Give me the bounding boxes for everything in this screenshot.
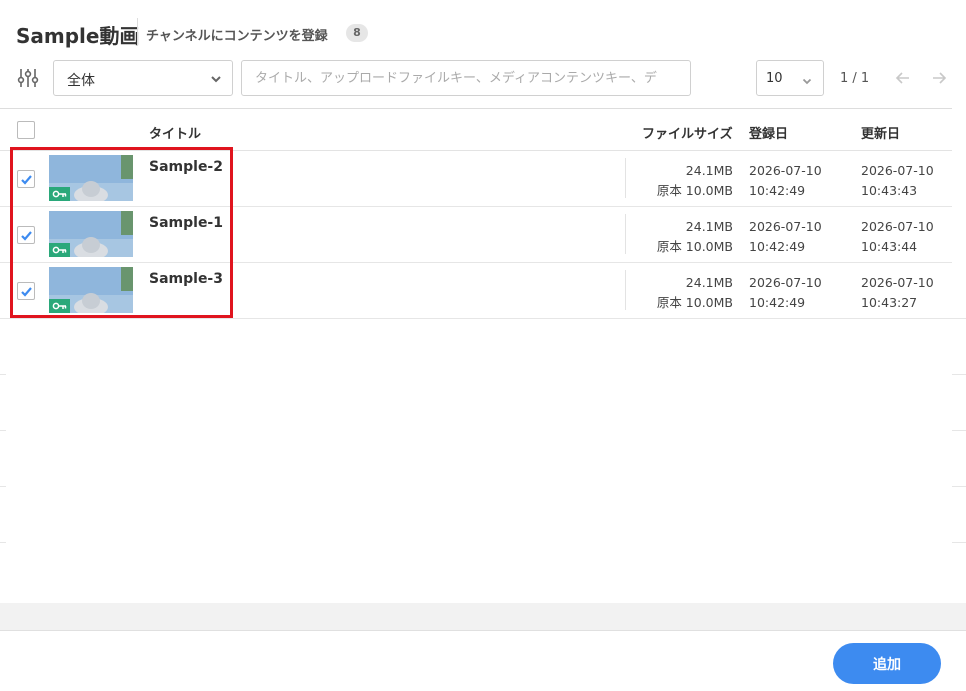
add-button[interactable]: 追加 [833,643,941,684]
column-updated: 更新日 [861,127,901,142]
per-page-value: 10 [766,71,783,86]
category-select-value: 全体 [67,73,95,89]
file-size: 24.1MB [685,219,733,234]
row-title[interactable]: Sample-2 [149,159,223,175]
per-page-select[interactable]: 10 [756,60,824,96]
file-size: 24.1MB [685,275,733,290]
toolbar: 全体 10 1 / 1 [0,60,966,100]
row-divider [625,158,626,198]
updated-time: 10:43:43 [861,183,918,198]
filter-sliders-icon[interactable] [16,66,40,90]
created-time: 10:42:49 [749,183,806,198]
updated-date: 2026-07-10 [861,275,934,290]
scroll-gutter [952,318,966,618]
video-thumbnail[interactable] [49,155,133,201]
row-divider [625,270,626,310]
row-checkbox[interactable] [17,170,35,188]
footer-divider [0,603,966,631]
created-cell: 2026-07-10 10:42:49 [749,273,822,313]
original-size: 原本 10.0MB [656,183,733,198]
row-title[interactable]: Sample-3 [149,271,223,287]
content-table: タイトル ファイルサイズ 登録日 更新日 Sample-2 24.1MB 原本 [0,108,952,603]
chevron-down-icon [209,71,223,85]
original-size: 原本 10.0MB [656,295,733,310]
table-row[interactable]: Sample-1 24.1MB 原本 10.0MB 2026-07-10 10:… [0,207,952,263]
chevron-down-icon [801,72,813,85]
updated-cell: 2026-07-10 10:43:27 [861,273,934,313]
category-select[interactable]: 全体 [53,60,233,96]
select-all-checkbox[interactable] [17,121,35,139]
row-checkbox[interactable] [17,226,35,244]
column-title: タイトル [149,127,202,142]
updated-time: 10:43:27 [861,295,918,310]
file-size-cell: 24.1MB 原本 10.0MB [657,217,733,257]
video-thumbnail[interactable] [49,211,133,257]
row-title[interactable]: Sample-1 [149,215,223,231]
file-size: 24.1MB [685,163,733,178]
updated-cell: 2026-07-10 10:43:43 [861,161,934,201]
title-divider [137,18,138,46]
created-time: 10:42:49 [749,239,806,254]
dialog-header: Sample動画 チャンネルにコンテンツを登録 8 [0,0,966,60]
original-size: 原本 10.0MB [656,239,733,254]
page-subtitle: チャンネルにコンテンツを登録 [146,29,328,44]
page-indicator: 1 / 1 [840,71,870,86]
video-thumbnail[interactable] [49,267,133,313]
updated-time: 10:43:44 [861,239,918,254]
updated-date: 2026-07-10 [861,163,934,178]
updated-cell: 2026-07-10 10:43:44 [861,217,934,257]
updated-date: 2026-07-10 [861,219,934,234]
file-size-cell: 24.1MB 原本 10.0MB [657,273,733,313]
created-date: 2026-07-10 [749,219,822,234]
search-input[interactable] [241,60,691,96]
page-title: Sample動画 [16,24,140,48]
row-checkbox[interactable] [17,282,35,300]
table-row[interactable]: Sample-2 24.1MB 原本 10.0MB 2026-07-10 10:… [0,151,952,207]
created-date: 2026-07-10 [749,275,822,290]
row-gutter [0,318,6,618]
table-row[interactable]: Sample-3 24.1MB 原本 10.0MB 2026-07-10 10:… [0,263,952,319]
created-cell: 2026-07-10 10:42:49 [749,217,822,257]
table-header: タイトル ファイルサイズ 登録日 更新日 [0,109,952,151]
created-date: 2026-07-10 [749,163,822,178]
arrow-left-icon[interactable] [893,68,913,88]
column-created: 登録日 [749,127,789,142]
created-cell: 2026-07-10 10:42:49 [749,161,822,201]
column-file-size: ファイルサイズ [642,127,733,142]
count-badge: 8 [346,24,368,42]
row-divider [625,214,626,254]
arrow-right-icon[interactable] [929,68,949,88]
created-time: 10:42:49 [749,295,806,310]
file-size-cell: 24.1MB 原本 10.0MB [657,161,733,201]
